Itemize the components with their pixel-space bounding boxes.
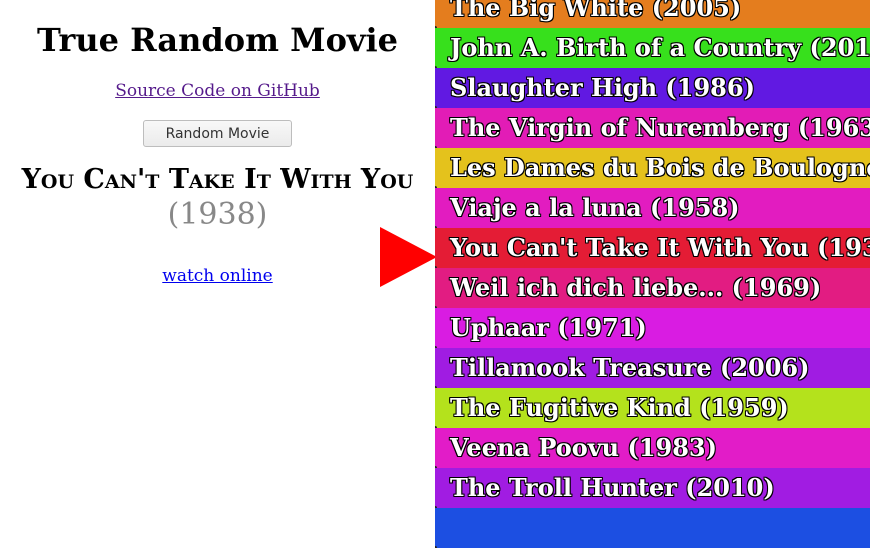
reel-divider-dot — [435, 226, 437, 228]
selected-movie-year: (1938) — [167, 197, 268, 232]
reel-item-label: The Big White (2005) — [450, 0, 742, 22]
reel-divider-dot — [435, 346, 437, 348]
main-panel: True Random Movie Source Code on GitHub … — [0, 0, 435, 512]
page-title: True Random Movie — [36, 21, 399, 59]
reel-divider-dot — [435, 66, 437, 68]
reel-item-label: The Fugitive Kind (1959) — [450, 393, 789, 422]
reel-item: John A. Birth of a Country (2011) — [435, 28, 870, 68]
reel-item: The Fugitive Kind (1959) — [435, 388, 870, 428]
random-movie-button[interactable]: Random Movie — [143, 120, 292, 147]
reel-item-label: John A. Birth of a Country (2011) — [450, 33, 870, 62]
reel-item-label: The Troll Hunter (2010) — [450, 473, 775, 502]
reel-item-label: Veena Poovu (1983) — [450, 433, 717, 462]
selected-movie-title: You Can't Take It With You — [21, 164, 414, 195]
reel-divider-dot — [435, 266, 437, 268]
reel-divider-dot — [435, 426, 437, 428]
source-code-link[interactable]: Source Code on GitHub — [0, 80, 435, 102]
movie-reel: The Big White (2005) John A. Birth of a C… — [435, 0, 870, 548]
reel-divider-dot — [435, 186, 437, 188]
reel-divider-dot — [435, 146, 437, 148]
reel-item-label: Slaughter High (1986) — [450, 73, 755, 102]
reel-item: The Virgin of Nuremberg (1963) — [435, 108, 870, 148]
reel-divider-dot — [435, 106, 437, 108]
reel-item: Uphaar (1971) — [435, 308, 870, 348]
reel-divider-dot — [435, 386, 437, 388]
reel-item: Veena Poovu (1983) — [435, 428, 870, 468]
reel-divider-dot — [435, 466, 437, 468]
reel-divider-dot — [435, 506, 437, 508]
reel-item: The Troll Hunter (2010) — [435, 468, 870, 508]
reel-item: Weil ich dich liebe... (1969) — [435, 268, 870, 308]
reel-item: Slaughter High (1986) — [435, 68, 870, 108]
reel-item — [435, 508, 870, 548]
reel-divider-dot — [435, 26, 437, 28]
reel-item: Viaje a la luna (1958) — [435, 188, 870, 228]
reel-item-label: Les Dames du Bois de Boulogne (1945) — [450, 153, 870, 182]
watch-online-link[interactable]: watch online — [0, 265, 435, 287]
reel-item-label: The Virgin of Nuremberg (1963) — [450, 113, 870, 142]
reel-divider-dot — [435, 306, 437, 308]
reel-item-label: Uphaar (1971) — [450, 313, 647, 342]
reel-item-label: You Can't Take It With You (1938) — [450, 233, 870, 262]
reel-item-label: Weil ich dich liebe... (1969) — [450, 273, 822, 302]
reel-item: You Can't Take It With You (1938) — [435, 228, 870, 268]
triangle-right-icon — [380, 227, 437, 287]
reel-item-label: Tillamook Treasure (2006) — [450, 353, 810, 382]
reel-item: Tillamook Treasure (2006) — [435, 348, 870, 388]
reel-item: Les Dames du Bois de Boulogne (1945) — [435, 148, 870, 188]
reel-item-label: Viaje a la luna (1958) — [450, 193, 740, 222]
reel-item: The Big White (2005) — [435, 0, 870, 28]
